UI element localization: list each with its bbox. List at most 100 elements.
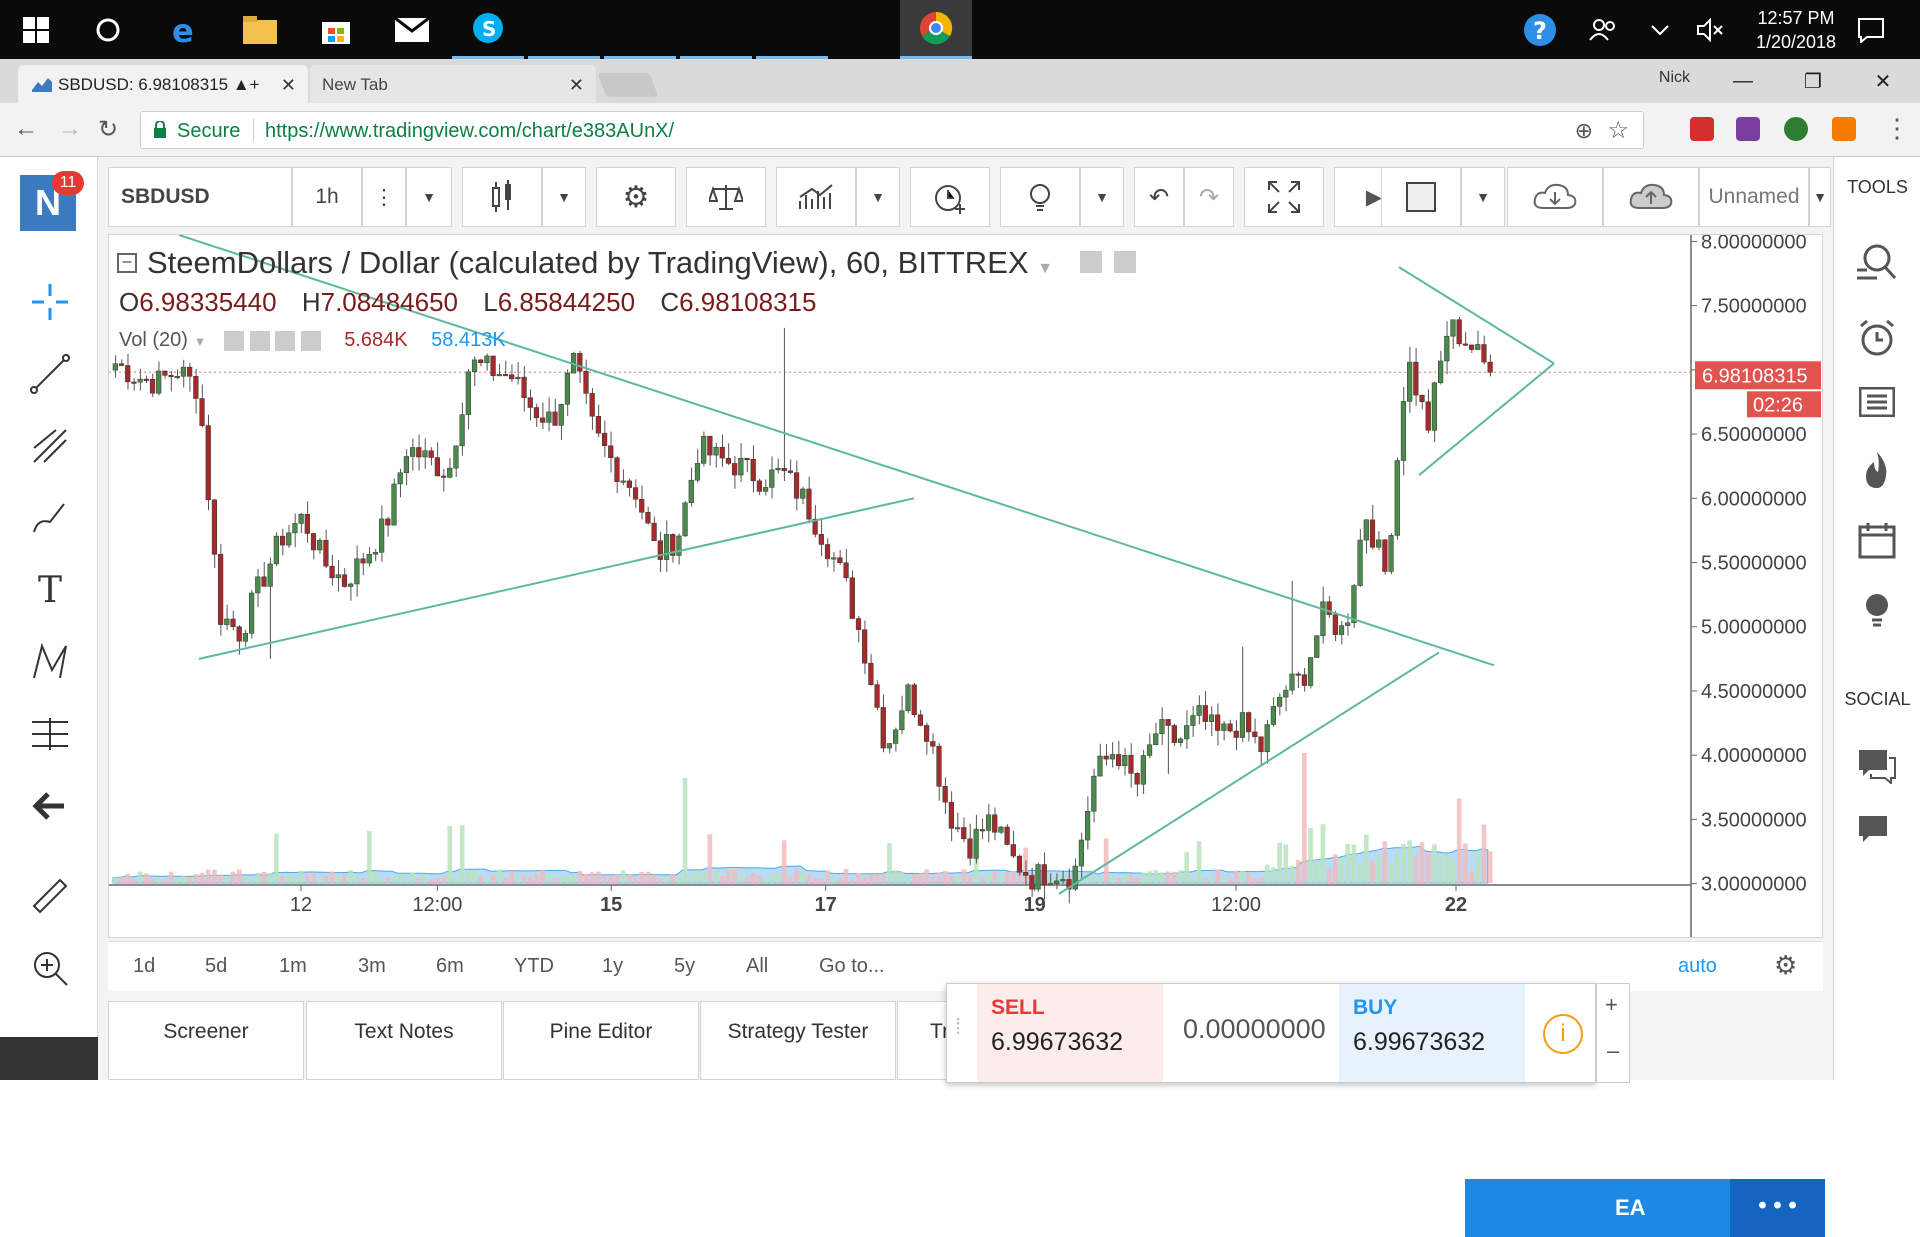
- plus-icon[interactable]: +: [1605, 992, 1618, 1018]
- collapse-legend-icon[interactable]: –: [117, 253, 137, 273]
- chrome-icon[interactable]: [900, 0, 972, 59]
- store-icon[interactable]: [300, 0, 372, 59]
- data-window-icon[interactable]: [1852, 377, 1902, 427]
- forward-icon[interactable]: →: [58, 115, 82, 143]
- cortana-icon[interactable]: [72, 0, 144, 59]
- hotlists-flame-icon[interactable]: [1852, 445, 1902, 495]
- interval-button[interactable]: 1h: [292, 167, 362, 227]
- symbol-search-input[interactable]: SBDUSD: [108, 167, 292, 227]
- people-icon[interactable]: [1572, 0, 1636, 59]
- compare-scale-icon[interactable]: [686, 167, 766, 227]
- tab-pine-editor[interactable]: Pine Editor: [503, 1001, 699, 1080]
- trendline-tool-icon[interactable]: [20, 349, 80, 399]
- taskbar-app-icon[interactable]: [680, 0, 752, 59]
- close-tab-icon[interactable]: ✕: [281, 75, 296, 96]
- info-icon[interactable]: i: [1543, 1014, 1583, 1054]
- candles-style-icon[interactable]: [462, 167, 542, 227]
- new-tab-button[interactable]: [597, 73, 659, 97]
- skype-icon[interactable]: S: [452, 0, 524, 59]
- pitchfork-tool-icon[interactable]: [20, 421, 80, 471]
- minus-icon[interactable]: –: [1607, 1038, 1619, 1064]
- visibility-eye-icon[interactable]: [223, 330, 244, 351]
- more-intervals-icon[interactable]: ⋮: [362, 167, 406, 227]
- chevron-down-icon[interactable]: ▼: [1461, 167, 1505, 227]
- text-tool-icon[interactable]: T: [20, 565, 80, 615]
- extension-icon[interactable]: [1736, 117, 1760, 141]
- tab-text-notes[interactable]: Text Notes: [306, 1001, 502, 1080]
- taskbar-app-icon[interactable]: [528, 0, 600, 59]
- close-tab-icon[interactable]: ✕: [569, 75, 584, 96]
- alarm-clock-icon[interactable]: [1852, 313, 1902, 363]
- windows-start-icon[interactable]: [0, 0, 72, 59]
- close-window-icon[interactable]: ✕: [1848, 59, 1918, 103]
- ideas-bulb-icon[interactable]: [1000, 167, 1080, 227]
- chevron-down-icon[interactable]: ▼: [1080, 167, 1124, 227]
- more-options-icon[interactable]: • • •: [1730, 1179, 1825, 1237]
- indicator-settings-icon[interactable]: [249, 330, 270, 351]
- omnibox[interactable]: Secure https://www.tradingview.com/chart…: [140, 111, 1644, 149]
- drag-handle-icon[interactable]: ⁞: [955, 1014, 961, 1040]
- taskbar-app-icon[interactable]: [604, 0, 676, 59]
- calendar-icon[interactable]: [1852, 515, 1902, 565]
- remove-icon[interactable]: [300, 330, 321, 351]
- edge-icon[interactable]: e: [148, 0, 220, 59]
- speaker-muted-icon[interactable]: [1680, 0, 1740, 59]
- auto-scale-toggle[interactable]: auto: [1678, 955, 1717, 978]
- zoom-in-icon[interactable]: [20, 943, 80, 993]
- prediction-tool-icon[interactable]: [20, 709, 80, 759]
- range-3m[interactable]: 3m: [358, 955, 386, 978]
- buy-button[interactable]: BUY 6.99673632: [1339, 984, 1525, 1082]
- extension-icon[interactable]: [1690, 117, 1714, 141]
- chevron-down-icon[interactable]: ▼: [1037, 260, 1053, 277]
- range-1m[interactable]: 1m: [279, 955, 307, 978]
- chevron-down-icon[interactable]: ▼: [542, 167, 586, 227]
- chat-icon[interactable]: [1852, 741, 1902, 791]
- range-6m[interactable]: 6m: [436, 955, 464, 978]
- favorites-toggle-icon[interactable]: [0, 1037, 98, 1080]
- add-icon[interactable]: [275, 330, 296, 351]
- tab-screener[interactable]: Screener: [108, 1001, 304, 1080]
- range-1y[interactable]: 1y: [602, 955, 623, 978]
- range-all[interactable]: All: [746, 955, 768, 978]
- tab-new-tab[interactable]: New Tab ✕: [310, 65, 596, 103]
- range-ytd[interactable]: YTD: [514, 955, 554, 978]
- chart-panel[interactable]: 8.000000007.500000007.000000006.50000000…: [108, 234, 1823, 938]
- taskbar-app-icon[interactable]: [756, 0, 828, 59]
- quantity-stepper[interactable]: + –: [1596, 983, 1630, 1083]
- layout-name[interactable]: Unnamed: [1699, 167, 1809, 227]
- range-5y[interactable]: 5y: [674, 955, 695, 978]
- reload-icon[interactable]: ↻: [98, 115, 118, 144]
- crosshair-icon[interactable]: [20, 277, 80, 327]
- zoom-icon[interactable]: ⊕: [1575, 118, 1593, 144]
- sell-button[interactable]: SELL 6.99673632: [977, 984, 1163, 1082]
- brush-tool-icon[interactable]: [20, 493, 80, 543]
- visibility-eye-icon[interactable]: [1079, 251, 1102, 273]
- range-1d[interactable]: 1d: [133, 955, 155, 978]
- restore-icon[interactable]: ❐: [1778, 59, 1848, 103]
- minimize-icon[interactable]: —: [1708, 59, 1778, 103]
- ideas-bulb-icon[interactable]: [1852, 585, 1902, 635]
- metamask-icon[interactable]: [1832, 117, 1856, 141]
- chrome-menu-icon[interactable]: ⋮: [1884, 113, 1910, 144]
- settings-gear-icon[interactable]: ⚙: [596, 167, 676, 227]
- extension-icon[interactable]: [1784, 117, 1808, 141]
- range-5d[interactable]: 5d: [205, 955, 227, 978]
- redo-icon[interactable]: ↷: [1184, 167, 1234, 227]
- tab-tradingview[interactable]: SBDUSD: 6.98108315 ▲+ ✕: [18, 65, 308, 103]
- cloud-upload-icon[interactable]: [1603, 167, 1699, 227]
- back-icon[interactable]: ←: [14, 115, 38, 143]
- cloud-download-icon[interactable]: [1507, 167, 1603, 227]
- url-text[interactable]: https://www.tradingview.com/chart/e383AU…: [265, 120, 674, 143]
- arrow-left-icon[interactable]: [20, 781, 80, 831]
- indicators-icon[interactable]: [776, 167, 856, 227]
- private-chat-icon[interactable]: [1852, 807, 1902, 857]
- chevron-down-icon[interactable]: ▼: [194, 334, 207, 349]
- tab-strategy-tester[interactable]: Strategy Tester: [700, 1001, 896, 1080]
- file-explorer-icon[interactable]: [224, 0, 296, 59]
- layout-square-icon[interactable]: [1381, 167, 1461, 227]
- go-to-date-button[interactable]: Go to...: [819, 955, 885, 978]
- fullscreen-icon[interactable]: [1244, 167, 1324, 227]
- help-icon[interactable]: ?: [1508, 0, 1572, 59]
- profile-name[interactable]: Nick: [1659, 69, 1690, 87]
- undo-icon[interactable]: ↶: [1134, 167, 1184, 227]
